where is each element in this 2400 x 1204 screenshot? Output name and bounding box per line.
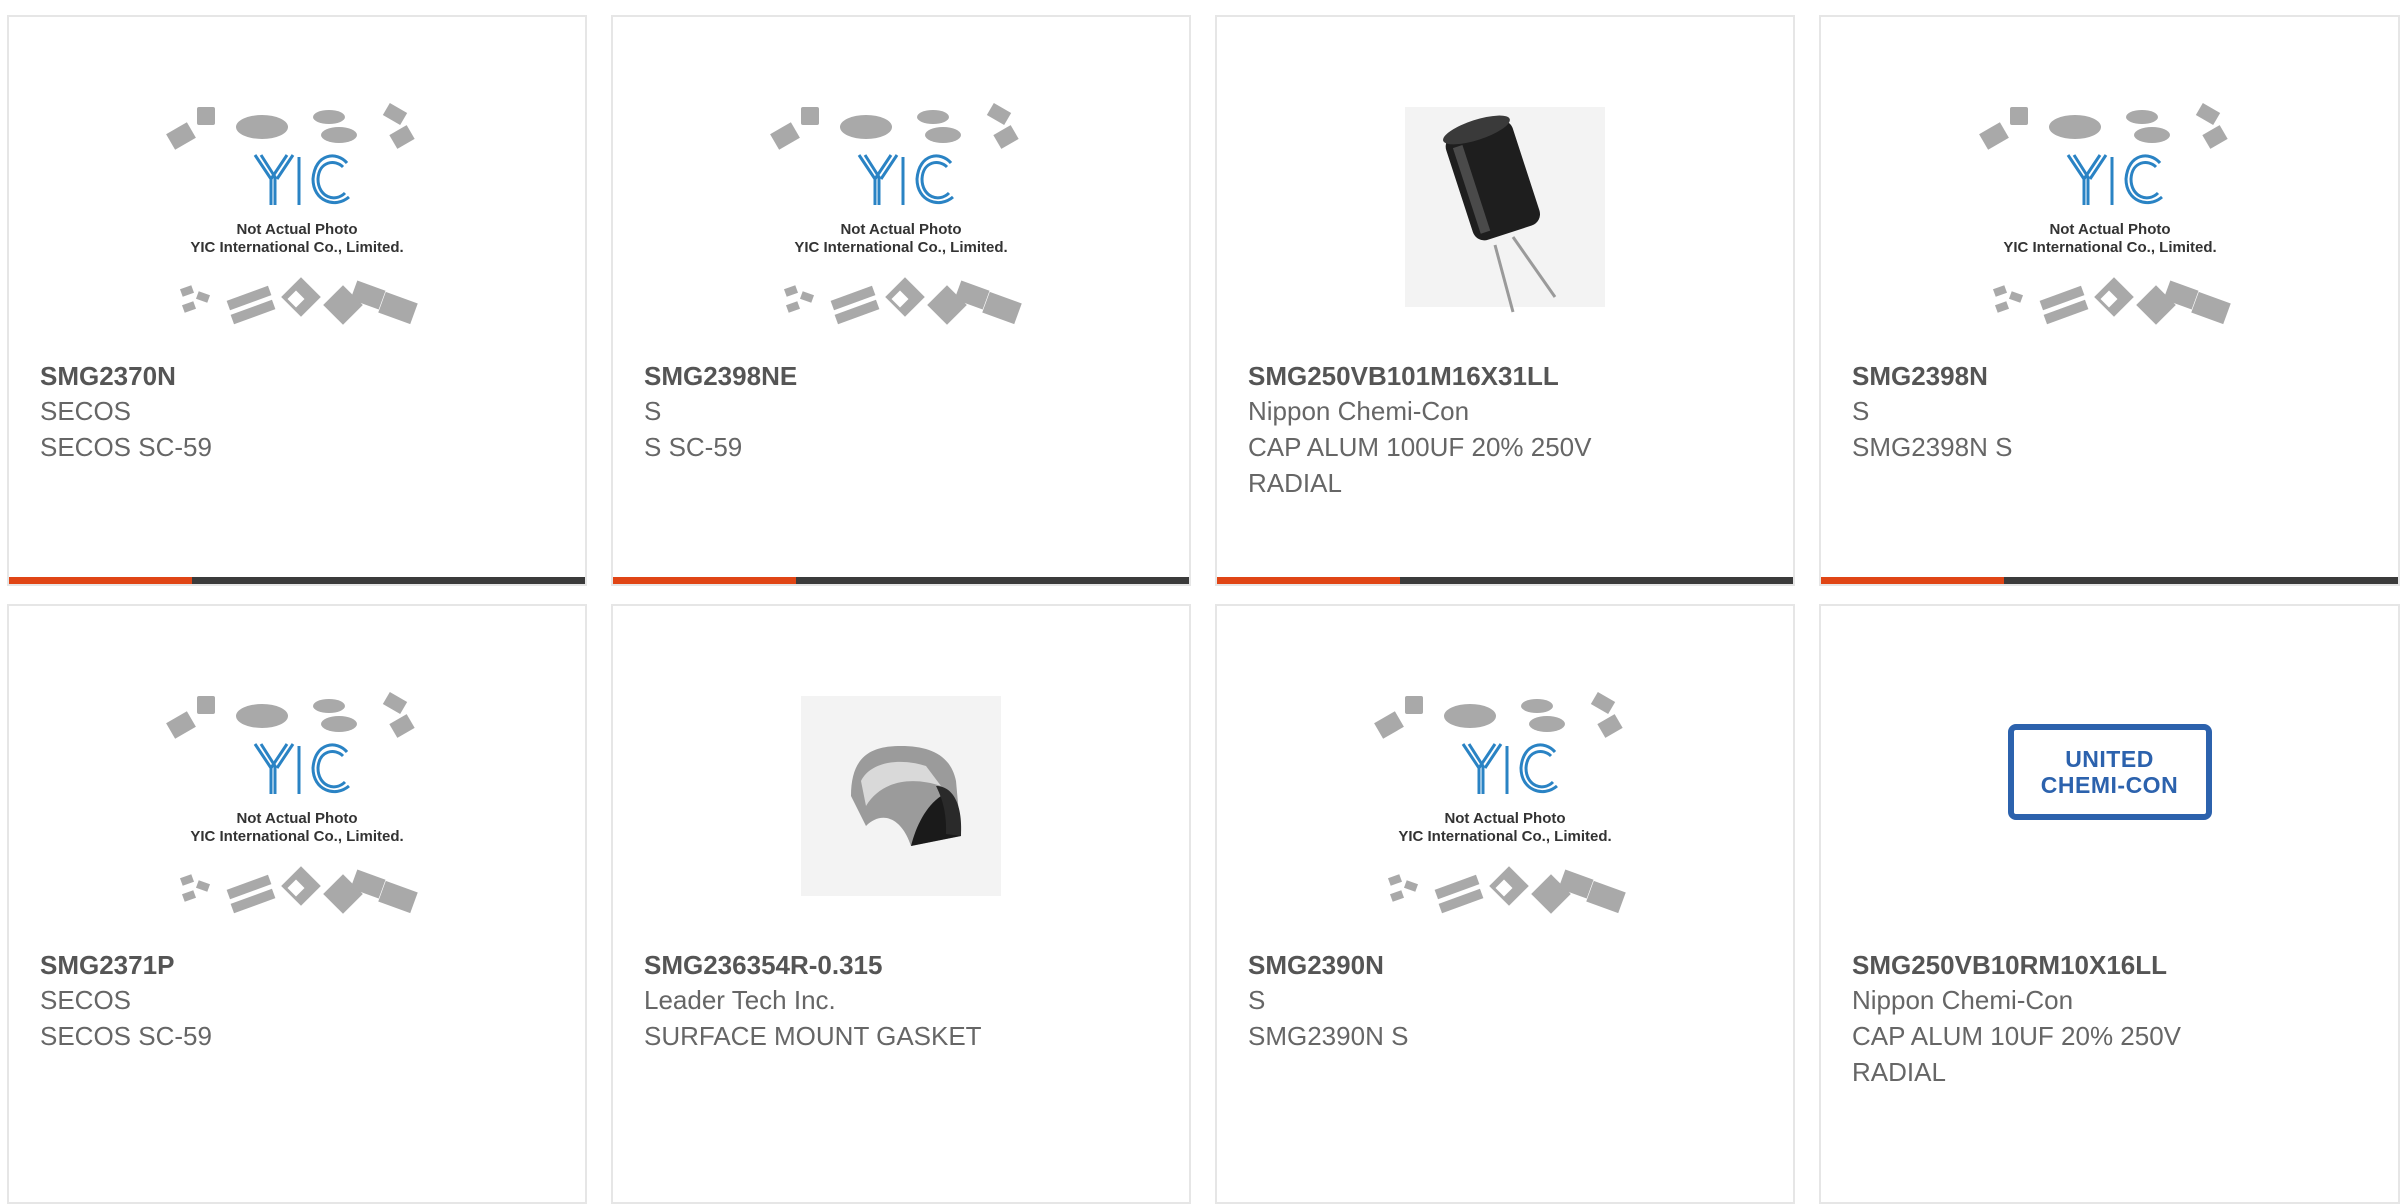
description: SMG2398N S [1852,432,2013,462]
description: CAP ALUM 10UF 20% 250V RADIAL [1852,1021,2182,1087]
placeholder-line2: YIC International Co., Limited. [190,828,403,845]
card-bottom-bar [613,577,1189,584]
placeholder-line2: YIC International Co., Limited. [1398,828,1611,845]
product-card[interactable]: Not Actual Photo YIC International Co., … [7,15,587,586]
logo-line2: CHEMI-CON [2040,772,2179,798]
manufacturer: S [644,396,662,426]
placeholder-line2: YIC International Co., Limited. [794,239,1007,256]
description: SURFACE MOUNT GASKET [644,1021,982,1051]
manufacturer: Leader Tech Inc. [644,985,836,1015]
logo-line1: UNITED [2065,746,2154,772]
description: CAP ALUM 100UF 20% 250V RADIAL [1248,432,1592,498]
placeholder-line2: YIC International Co., Limited. [190,239,403,256]
description: SECOS SC-59 [40,432,212,462]
capacitor-image [1405,107,1605,313]
placeholder-line1: Not Actual Photo [840,221,961,238]
manufacturer: SECOS [40,985,132,1015]
card-accent [1217,577,1400,584]
product-info: SMG2398NE S S SC-59 [644,359,1169,465]
product-card[interactable]: UNITED CHEMI-CON SMG250VB10RM10X16LL Nip… [1819,604,2400,1204]
yic-placeholder-image: Not Actual Photo YIC International Co., … [166,102,418,325]
product-info: SMG2398N S SMG2398N S [1852,359,2378,465]
part-number[interactable]: SMG2390N [1248,948,1773,982]
product-card[interactable]: Not Actual Photo YIC International Co., … [1215,604,1795,1204]
card-accent [613,577,796,584]
part-number[interactable]: SMG236354R-0.315 [644,948,1169,982]
placeholder-line1: Not Actual Photo [236,810,357,827]
description: S SC-59 [644,432,743,462]
card-accent [9,577,192,584]
placeholder-line1: Not Actual Photo [1444,810,1565,827]
product-info: SMG2371P SECOS SECOS SC-59 [40,948,565,1054]
description: SMG2390N S [1248,1021,1409,1051]
manufacturer: S [1852,396,1870,426]
yic-placeholder-image: Not Actual Photo YIC International Co., … [770,102,1022,325]
card-bottom-bar [9,577,585,584]
card-bottom-bar [1821,577,2398,584]
united-chemi-con-logo: UNITED CHEMI-CON [2007,724,2212,820]
placeholder-line1: Not Actual Photo [236,221,357,238]
gasket-image [801,696,1001,896]
yic-placeholder-image: Not Actual Photo YIC International Co., … [1374,691,1626,914]
card-accent [1821,577,2004,584]
product-info: SMG236354R-0.315 Leader Tech Inc. SURFAC… [644,948,1169,1054]
product-card[interactable]: Not Actual Photo YIC International Co., … [1819,15,2400,586]
part-number[interactable]: SMG2398NE [644,359,1169,393]
yic-placeholder-image: Not Actual Photo YIC International Co., … [1978,102,2231,325]
part-number[interactable]: SMG2370N [40,359,565,393]
product-card[interactable]: SMG236354R-0.315 Leader Tech Inc. SURFAC… [611,604,1191,1204]
placeholder-line2: YIC International Co., Limited. [2003,239,2216,256]
part-number[interactable]: SMG250VB10RM10X16LL [1852,948,2378,982]
product-card[interactable]: Not Actual Photo YIC International Co., … [611,15,1191,586]
part-number[interactable]: SMG2371P [40,948,565,982]
manufacturer: SECOS [40,396,132,426]
product-info: SMG2390N S SMG2390N S [1248,948,1773,1054]
product-info: SMG2370N SECOS SECOS SC-59 [40,359,565,465]
manufacturer: S [1248,985,1266,1015]
product-grid: Not Actual Photo YIC International Co., … [0,0,2400,1204]
placeholder-line1: Not Actual Photo [2049,221,2170,238]
part-number[interactable]: SMG250VB101M16X31LL [1248,359,1773,393]
manufacturer: Nippon Chemi-Con [1248,396,1470,426]
product-card[interactable]: SMG250VB101M16X31LL Nippon Chemi-Con CAP… [1215,15,1795,586]
product-info: SMG250VB101M16X31LL Nippon Chemi-Con CAP… [1248,359,1773,501]
card-bottom-bar [1217,577,1793,584]
description: SECOS SC-59 [40,1021,212,1051]
part-number[interactable]: SMG2398N [1852,359,2378,393]
product-info: SMG250VB10RM10X16LL Nippon Chemi-Con CAP… [1852,948,2378,1090]
manufacturer: Nippon Chemi-Con [1852,985,2074,1015]
yic-placeholder-image: Not Actual Photo YIC International Co., … [166,691,418,914]
product-card[interactable]: Not Actual Photo YIC International Co., … [7,604,587,1204]
